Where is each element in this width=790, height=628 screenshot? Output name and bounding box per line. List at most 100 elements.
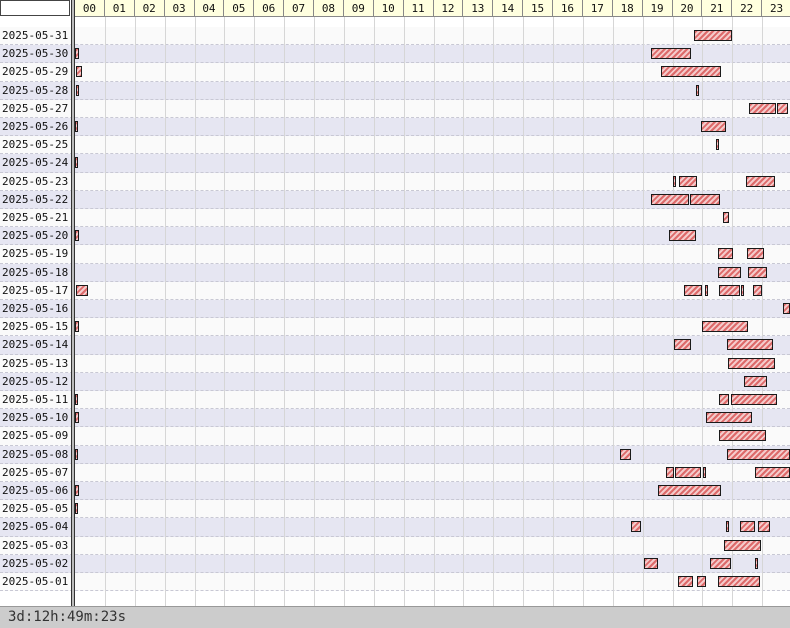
activity-bar [730,394,778,405]
activity-bar [75,66,82,78]
activity-bar [650,48,692,60]
hour-gridline [224,17,225,606]
hour-gridline [374,17,375,606]
hour-label-06: 06 [254,0,285,17]
activity-bar [620,448,631,460]
activity-bar [727,357,775,369]
activity-bar [672,175,676,187]
activity-bar [75,394,78,405]
activity-bar [679,175,698,187]
activity-bar [675,466,701,478]
hour-gridline [344,17,345,606]
day-row: 2025-05-01 [0,573,790,592]
day-row: 2025-05-17 [0,281,790,300]
hour-label-08: 08 [314,0,344,17]
activity-bar [777,102,789,114]
activity-bar [75,321,79,333]
day-row: 2025-05-10 [0,409,790,428]
activity-bar [752,284,763,296]
date-label: 2025-05-04 [2,520,69,534]
activity-bar [684,284,703,296]
date-label: 2025-05-24 [2,156,69,170]
hour-gridline [493,17,494,606]
activity-bar [650,193,689,205]
activity-bar [75,503,78,515]
activity-bar [726,339,774,351]
hour-label-05: 05 [224,0,255,17]
day-row: 2025-05-08 [0,445,790,464]
date-label: 2025-05-19 [2,247,69,261]
activity-bar [695,84,699,96]
hour-gridline [463,17,464,606]
day-row: 2025-05-23 [0,172,790,191]
activity-bar [75,157,78,169]
activity-bar [718,430,766,442]
day-row: 2025-05-24 [0,154,790,173]
hour-gridline [284,17,285,606]
day-row: 2025-05-13 [0,354,790,373]
date-label: 2025-05-25 [2,138,69,152]
activity-bar [706,412,753,424]
header-corner [0,0,70,16]
hour-gridline [254,17,255,606]
hour-label-07: 07 [284,0,314,17]
day-row: 2025-05-11 [0,391,790,410]
hour-label-19: 19 [642,0,673,17]
date-label: 2025-05-01 [2,575,69,588]
activity-bar [660,66,721,78]
hour-gridline [314,17,315,606]
day-row: 2025-05-03 [0,536,790,555]
day-row: 2025-05-14 [0,336,790,355]
activity-bar [700,121,726,132]
hour-label-20: 20 [672,0,703,17]
date-label: 2025-05-05 [2,502,69,516]
activity-bar [668,230,697,242]
hour-gridline [732,17,733,606]
activity-bar [75,284,88,296]
hour-label-01: 01 [104,0,135,17]
activity-bar [644,557,658,569]
hour-gridline [702,17,703,606]
activity-bar [718,248,734,260]
day-row: 2025-05-26 [0,118,790,137]
date-label: 2025-05-29 [2,65,69,79]
hour-gridline [643,17,644,606]
activity-bar [754,466,790,478]
hour-label-11: 11 [403,0,434,17]
day-row: 2025-05-05 [0,500,790,519]
activity-bar [697,576,706,587]
day-row: 2025-05-28 [0,81,790,100]
activity-bar [631,521,642,533]
hour-label-02: 02 [134,0,165,17]
hour-gridline [673,17,674,606]
activity-bar [673,339,691,351]
timeline-chart: 00 01 02 03 04 05 06 07 08 09 10 11 12 13 14 15 16 17 18 19… [0,0,790,606]
date-label: 2025-05-31 [2,29,69,42]
date-label: 2025-05-20 [2,229,69,243]
activity-bar [739,521,756,533]
hour-label-23: 23 [762,0,790,17]
activity-bar [677,576,694,587]
hour-label-18: 18 [612,0,643,17]
activity-bar [75,485,79,496]
activity-bar [723,539,761,551]
activity-bar [725,521,729,533]
day-row: 2025-05-12 [0,372,790,391]
date-label: 2025-05-09 [2,429,69,443]
activity-bar [75,121,78,132]
date-label: 2025-05-08 [2,447,69,461]
label-separator [71,0,75,606]
date-label: 2025-05-28 [2,83,69,97]
activity-bar [710,557,732,569]
hour-label-00: 00 [75,0,105,17]
day-row: 2025-05-16 [0,300,790,319]
activity-bar [758,521,771,533]
activity-bar [75,84,80,96]
activity-bar [726,448,790,460]
activity-bar [722,212,729,223]
activity-bar [657,485,722,496]
hour-label-13: 13 [463,0,494,17]
date-label: 2025-05-13 [2,356,69,370]
day-row: 2025-05-15 [0,318,790,337]
date-label: 2025-05-02 [2,556,69,570]
